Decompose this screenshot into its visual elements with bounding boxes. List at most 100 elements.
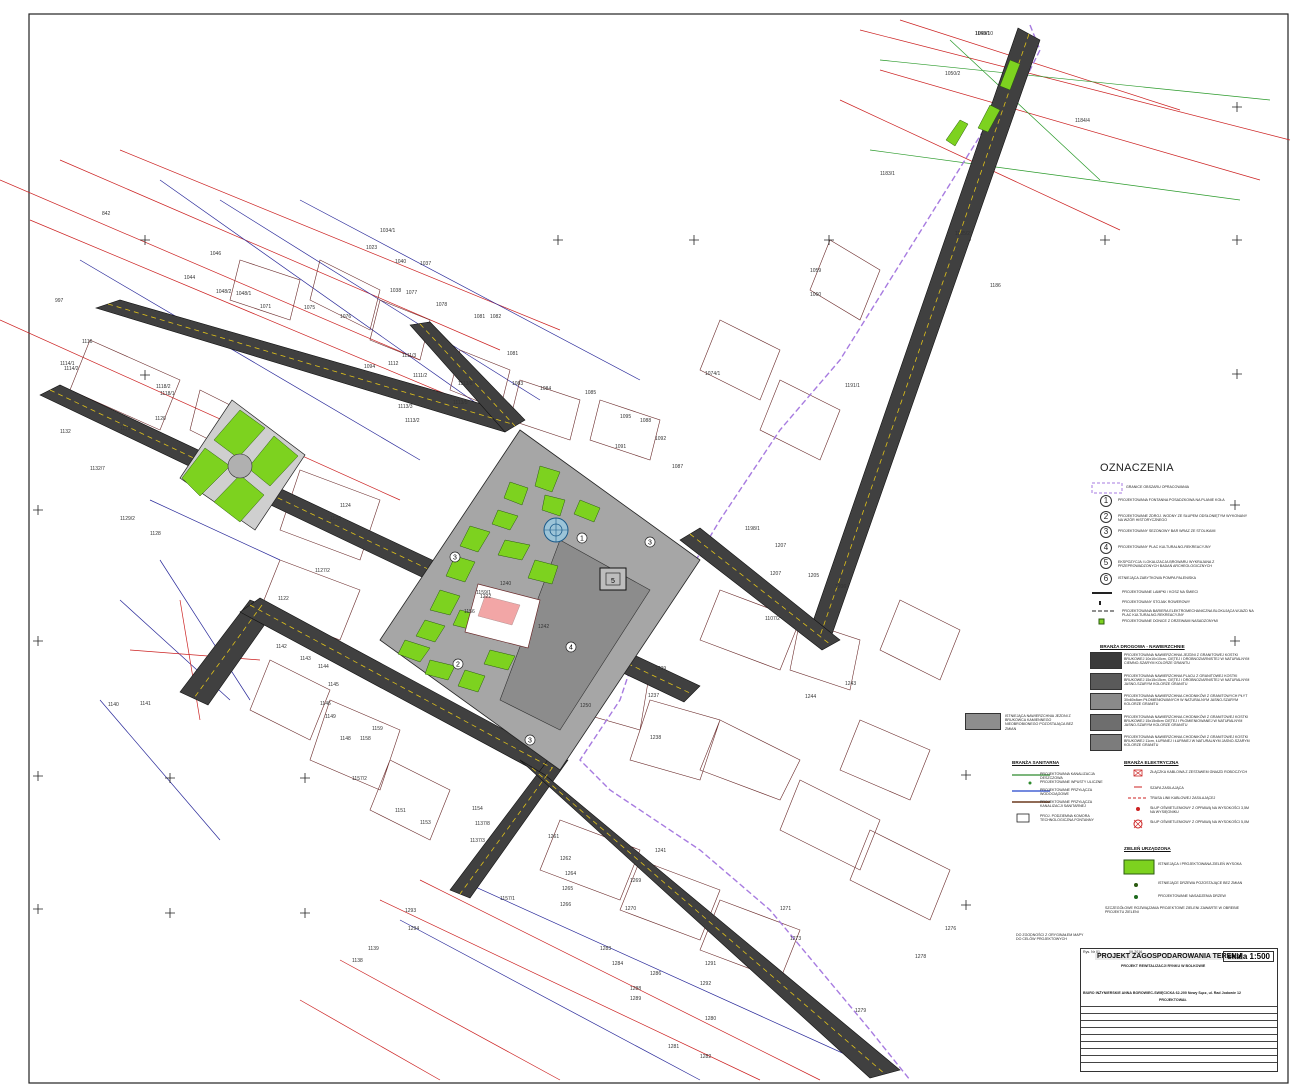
parcel-number: 1122 (278, 596, 289, 602)
green-text: ISTNIEJĄCA I PROJEKTOWANA ZIELEŃ WYSOKA (1158, 862, 1242, 866)
parcel-number: 1038 (390, 288, 401, 294)
sanitary-text: PROJEKTOWANE WPUSTY ULICZNE (1040, 780, 1103, 784)
road-surface-swatch (1090, 693, 1122, 710)
parcel-number: 1077 (406, 290, 417, 296)
legend-line-item: PROJEKTOWANE LAMPKI / KOSZ NA ŚMIECI (1122, 590, 1199, 594)
parcel-number: 1113/5 (453, 400, 468, 406)
parcel-number: 1158 (360, 736, 371, 742)
parcel-number: 1276 (945, 926, 956, 932)
parcel-number: 1112 (388, 361, 399, 367)
legend-number-text: ISTNIEJĄCA ZABYTKOWA POMPA PALENISKA (1118, 575, 1197, 580)
parcel-number: 1076 (340, 314, 351, 320)
parcel-number: 1107/2 (765, 616, 780, 622)
parcel-number: 1288 (630, 986, 641, 992)
parcel-number: 1264 (565, 871, 576, 877)
parcel-number: 1128 (150, 531, 161, 537)
parcel-number: 1238 (650, 735, 661, 741)
legend-number-text: PROJEKTOWANY PLAC KULTURALNO-REKREACYJNY (1118, 544, 1211, 549)
parcel-number: 1044 (184, 275, 195, 281)
legend-title: OZNACZENIA (1100, 462, 1174, 474)
title-block: Rys. Nr 01 09-2016 PROJEKT ZAGOSPODAROWA… (1080, 948, 1278, 1072)
parcel-number: 1294 (408, 926, 419, 932)
road-surface-swatch (1090, 672, 1122, 690)
parcel-number: 1132 (60, 429, 71, 435)
parcel-number: 1286 (650, 971, 661, 977)
title-block-row: Konstrukcja i drogimgr inż. Tomasz Zagór… (1081, 1013, 1277, 1014)
legend-number-5: 5 (1100, 557, 1112, 569)
parcel-number: 1119 (120, 426, 131, 432)
legend-sanitary-heading: BRANŻA SANITARNA (1012, 760, 1060, 765)
electric-text: TRASA LINII KABLOWEJ ZASILAJĄCEJ (1150, 796, 1216, 800)
parcel-number: 1157/1 (500, 896, 515, 902)
parcel-number: 1206 (835, 584, 846, 590)
parcel-number: 1132/7 (90, 466, 105, 472)
road-se-street (519, 759, 901, 1079)
parcel-number: 1282 (700, 1054, 711, 1060)
parcel-number: 1120 (155, 416, 166, 422)
parcel-number: 1083 (512, 381, 523, 387)
marker-pump: 2 (456, 662, 460, 669)
parcel-number: 1266 (560, 902, 571, 908)
parcel-number: 1237 (648, 693, 659, 699)
drawing-title: PROJEKT ZAGOSPODAROWANIA TERENU (1095, 953, 1244, 960)
title-block-row: SPRAWDZAJĄCY (1081, 1034, 1277, 1035)
title-block-row: Branża elektrycznainż. Krzysztof Kurkows… (1081, 1027, 1277, 1028)
parcel-number: 1281 (668, 1044, 679, 1050)
parcel-number: 1111/2 (413, 373, 427, 379)
parcel-number: 1262 (560, 856, 571, 862)
road-surface-text: PROJEKTOWANA NAWIERZCHNIA PLACU Z GRANIT… (1124, 673, 1250, 686)
parcel-number: 1113/2 (405, 418, 420, 424)
fountain-symbol (543, 517, 569, 543)
parcel-number: 1125 (330, 516, 341, 522)
parcel-number: 1037 (420, 261, 431, 267)
parcel-number: 1075 (304, 305, 315, 311)
electric-text: SŁUP OŚWIETLENIOWY Z OPRAWĄ NA WYSOKOŚCI… (1150, 820, 1249, 824)
parcel-number: 1271 (780, 906, 791, 912)
title-block-row: Konstrukcja i drogimgr inż. Dariusz Piot… (1081, 1048, 1277, 1049)
parcel-number: 1146 (320, 701, 331, 707)
marker-bar-a: 3 (648, 540, 652, 547)
legend-number-text: PROJEKTOWANA FONTANNA POSADZKOWA NA PLAN… (1118, 498, 1225, 502)
legend-number-2: 2 (1100, 510, 1112, 523)
parcel-number: 1265 (562, 886, 573, 892)
electric-text: ZŁĄCZKA KABLOWA Z ZESTAWEM GNIAZD ROBOCZ… (1150, 770, 1248, 774)
parcel-number: 1088 (640, 418, 651, 424)
parcel-number: 1141 (140, 701, 151, 707)
legend-green-heading: ZIELEŃ URZĄDZONA (1124, 846, 1171, 851)
parcel-number: 1145 (328, 682, 339, 688)
parcel-number: 1095 (620, 414, 631, 420)
parcel-number: 1284 (612, 961, 623, 967)
parcel-number: 1185/2 (955, 231, 970, 237)
parcel-number: 1140 (108, 702, 119, 708)
parcel-number: 1261 (548, 834, 559, 840)
legend-green-note: SZCZEGÓŁOWE ROZWIĄZANIA PROJEKTOWE ZIELE… (1105, 906, 1239, 915)
marker-plaza: 4 (569, 645, 573, 652)
parcel-number: 1149 (325, 714, 336, 720)
parcel-number: 1137/8 (475, 821, 490, 827)
parcel-number: 1060 (810, 292, 821, 298)
market-square (379, 429, 701, 771)
parcel-number: 1046 (210, 251, 221, 257)
parcel-number: 1048/2 (216, 289, 232, 295)
legend-line-item: PROJEKTOWANY STOJAK ROWEROWY (1122, 599, 1191, 604)
title-block-row: Branża sanitarnainż. Zbigniew Szymkowupr… (1081, 1055, 1277, 1056)
parcel-number: 1293 (405, 908, 416, 914)
parcel-number: 1142 (276, 644, 287, 650)
parcel-number: 1023 (366, 245, 377, 251)
legend-number-4: 4 (1100, 541, 1112, 554)
parcel-number: 1114/2 (64, 366, 79, 372)
parcel-number: 1144 (318, 664, 329, 670)
parcel-number: 1207 (770, 571, 781, 577)
parcel-number: 1191/1 (845, 383, 860, 389)
title-block-row: Branża elektrycznamgr inż. Bartłomiej Za… (1081, 1062, 1277, 1063)
parcel-number: 1241 (655, 848, 666, 854)
parcel-number: 1183/1 (880, 171, 895, 177)
parcel-number: 1207 (775, 543, 786, 549)
parcel-number: 1034/1 (380, 228, 396, 234)
legend-line-item: PROJEKTOWANA BARIERA ELEKTROMECHANICZNA … (1122, 609, 1254, 618)
parcel-number: 1291 (705, 961, 716, 967)
legend-existing-surface: ISTNIEJĄCA NAWIERZCHNIA JEZDNI Z BRUKOWC… (1005, 714, 1074, 731)
parcel-number: 1137/3 (470, 838, 485, 844)
parcel-number: 1243 (845, 681, 856, 687)
parcel-number: 1239 (655, 666, 666, 672)
